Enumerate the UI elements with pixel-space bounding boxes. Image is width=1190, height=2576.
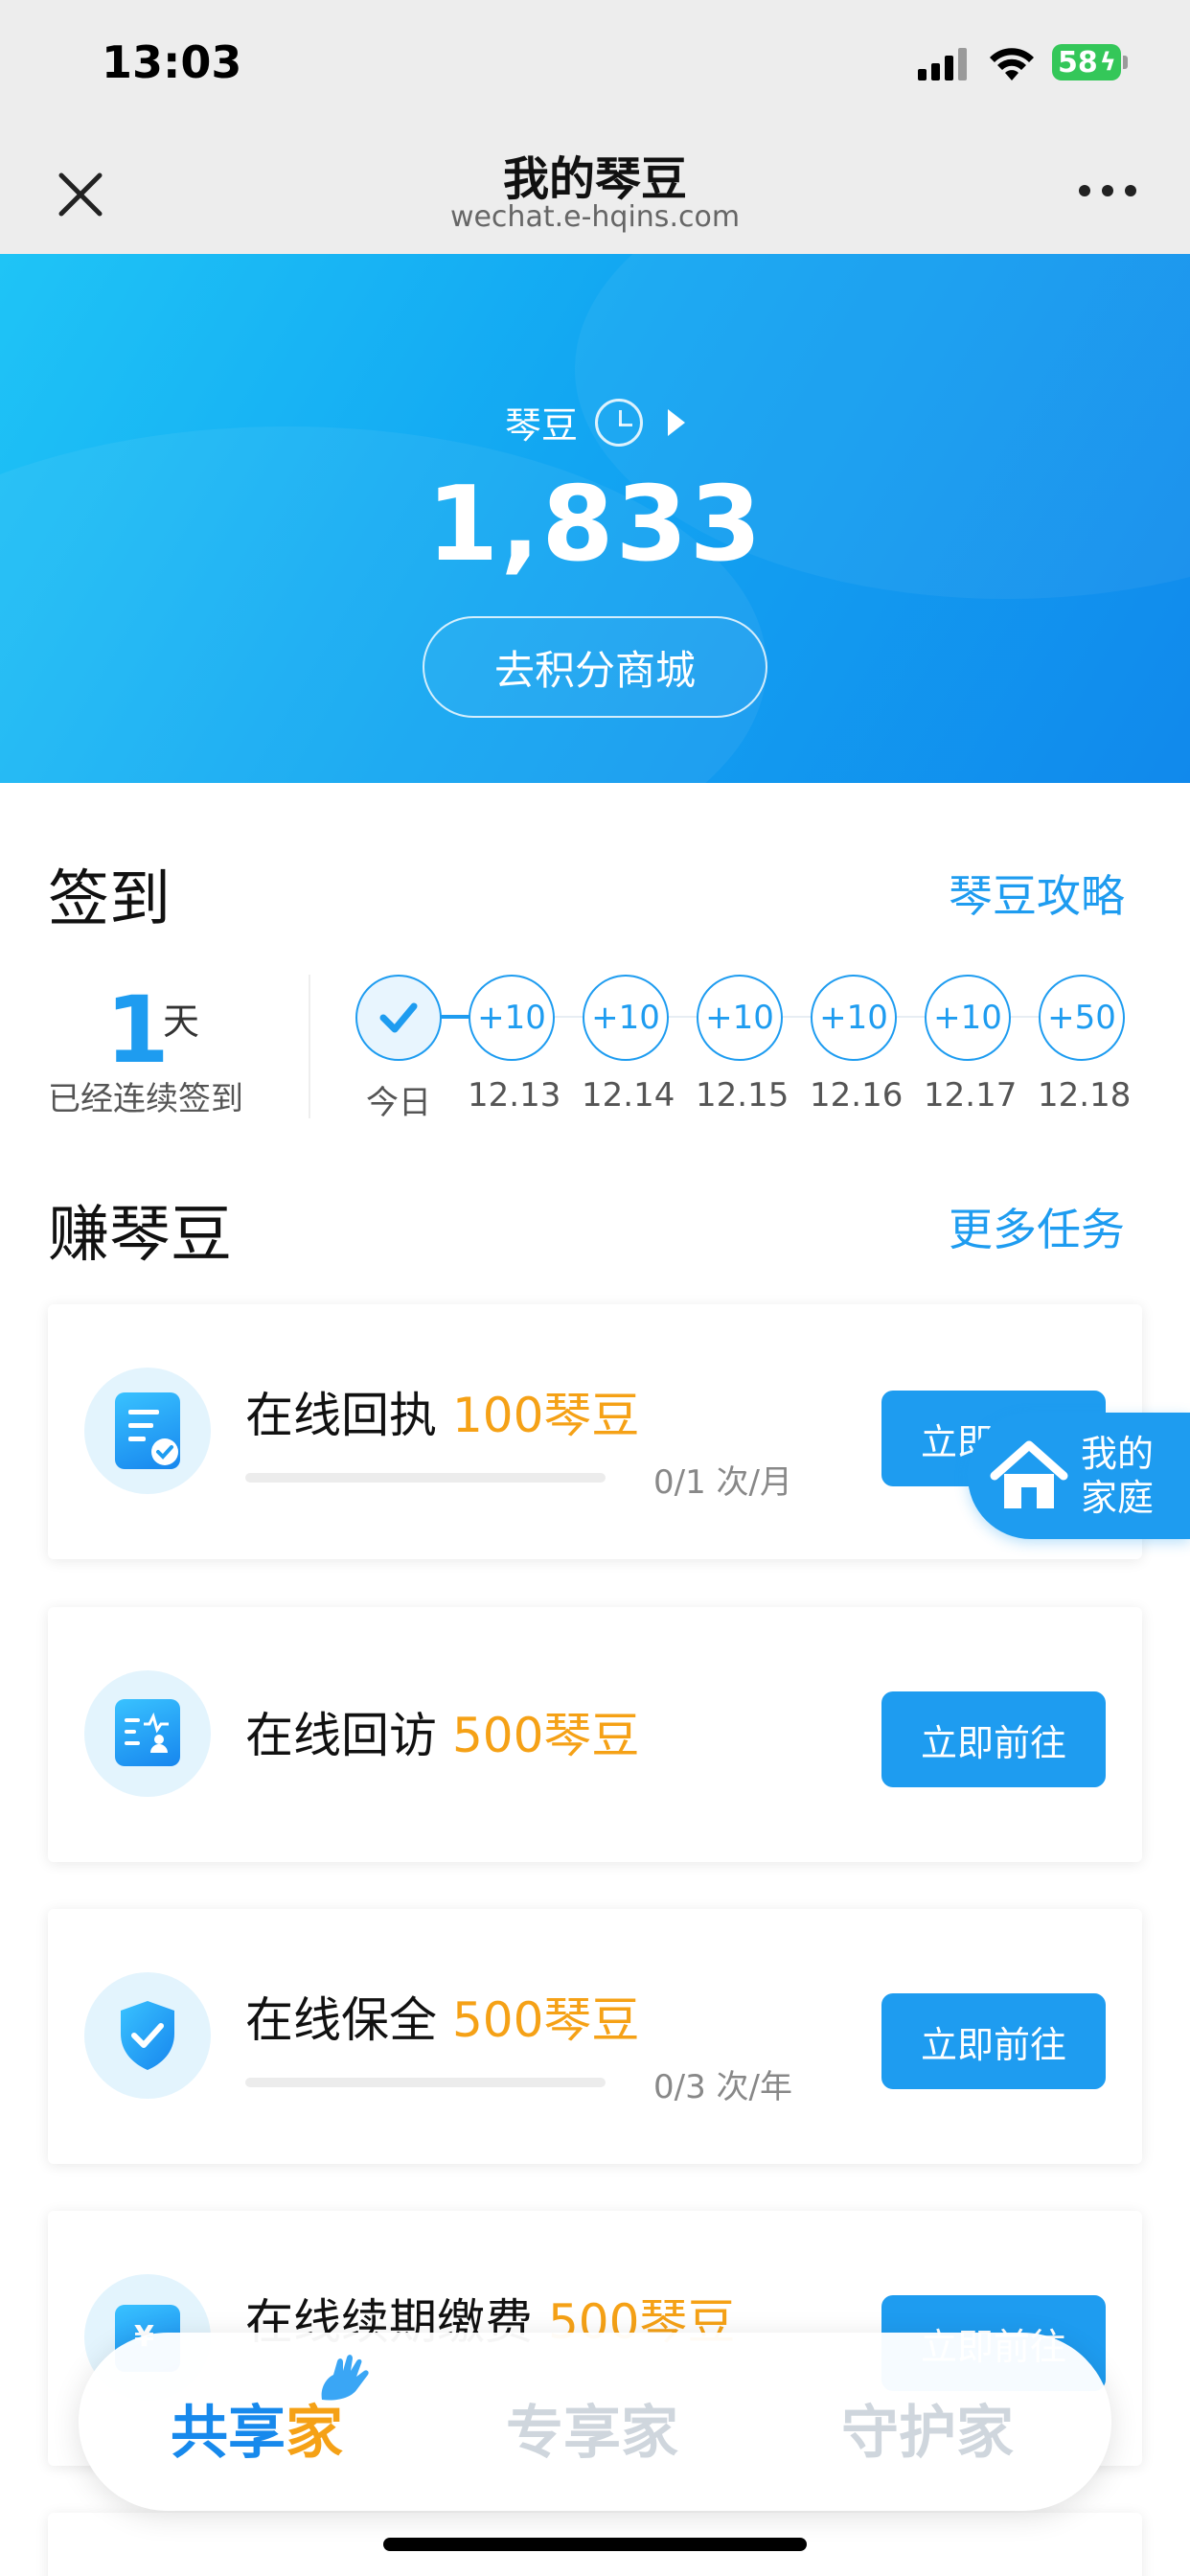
tab-shared-home-label: 共享 bbox=[171, 2400, 286, 2467]
tab-guardian-home[interactable]: 守护家 bbox=[841, 2386, 1014, 2470]
day-reward: +10 bbox=[583, 975, 669, 1061]
day-reward: +10 bbox=[697, 975, 783, 1061]
checkin-day: +50 12.18 bbox=[1038, 975, 1132, 1115]
points-label: 琴豆 bbox=[504, 404, 578, 447]
checkin-day: +10 12.13 bbox=[468, 975, 561, 1115]
checked-day-circle bbox=[355, 975, 442, 1061]
battery-icon: 58 ϟ bbox=[1052, 44, 1128, 80]
bottom-tab-bar: 共享家 专享家 守护家 bbox=[79, 2333, 1111, 2511]
page-title: 我的琴豆 bbox=[502, 152, 687, 206]
day-label: 12.17 bbox=[924, 1076, 1018, 1115]
task-reward: 500琴豆 bbox=[452, 1992, 640, 2048]
status-bar: 13:03 58 ϟ bbox=[0, 0, 1190, 129]
charging-bolt-icon: ϟ bbox=[1099, 48, 1116, 77]
content-panel: 签到 琴豆攻略 1 天 已经连续签到 今日 +10 12.13 +10 12.1… bbox=[0, 783, 1190, 2576]
day-label: 12.16 bbox=[810, 1076, 904, 1115]
status-time: 13:03 bbox=[102, 36, 242, 88]
arrow-right-icon bbox=[668, 408, 685, 436]
nav-bar: 我的琴豆 wechat.e-hqins.com bbox=[0, 129, 1190, 254]
points-history-link[interactable]: 琴豆 bbox=[0, 396, 1190, 448]
tab-shared-home-accent: 家 bbox=[286, 2400, 343, 2467]
earn-title: 赚琴豆 bbox=[48, 1200, 232, 1271]
divider bbox=[309, 975, 310, 1118]
home-icon bbox=[990, 1440, 1068, 1508]
points-mall-button[interactable]: 去积分商城 bbox=[423, 616, 767, 718]
checkin-day: +10 12.15 bbox=[696, 975, 790, 1115]
battery-level: 58 bbox=[1058, 45, 1098, 80]
day-reward: +10 bbox=[925, 975, 1011, 1061]
task-name: 在线回执 bbox=[245, 1388, 437, 1443]
day-reward: +10 bbox=[469, 975, 555, 1061]
day-label: 12.15 bbox=[696, 1076, 790, 1115]
points-balance: 1,833 bbox=[426, 465, 764, 585]
checkin-title: 签到 bbox=[48, 864, 171, 935]
task-card: 在线保全 500琴豆 0/3 次/年 立即前往 bbox=[48, 1909, 1142, 2164]
points-hero: 琴豆 1,833 去积分商城 bbox=[0, 254, 1190, 783]
day-label: 12.18 bbox=[1038, 1076, 1132, 1115]
checkin-day[interactable]: 今日 bbox=[355, 975, 443, 1123]
day-label: 12.13 bbox=[468, 1076, 561, 1115]
day-reward: +10 bbox=[811, 975, 897, 1061]
checkin-day: +10 12.17 bbox=[924, 975, 1018, 1115]
page-domain: wechat.e-hqins.com bbox=[449, 200, 741, 234]
streak-unit: 天 bbox=[163, 1000, 200, 1043]
home-indicator bbox=[383, 2538, 807, 2551]
tab-exclusive-home[interactable]: 专享家 bbox=[506, 2386, 678, 2470]
cellular-signal-icon bbox=[918, 48, 968, 80]
task-card: 在线回执100琴豆 0/1 次/月 立即前往 bbox=[48, 1304, 1142, 1559]
my-family-button[interactable]: 我的 家庭 bbox=[968, 1413, 1190, 1539]
task-progress-bar bbox=[245, 1473, 606, 1483]
task-title: 在线保全 500琴豆 bbox=[245, 1982, 639, 2051]
hand-wave-icon bbox=[321, 2355, 369, 2401]
my-family-line1: 我的 bbox=[1081, 1433, 1155, 1475]
task-title: 在线回访 500琴豆 bbox=[245, 1697, 639, 1766]
day-reward: +50 bbox=[1039, 975, 1125, 1061]
checkin-day: +10 12.16 bbox=[810, 975, 904, 1115]
wifi-icon bbox=[990, 48, 1034, 80]
task-go-button[interactable]: 立即前往 bbox=[881, 1691, 1106, 1787]
task-title: 在线回执 100琴豆 bbox=[245, 1377, 639, 1446]
day-label: 今日 bbox=[366, 1084, 431, 1122]
task-progress-bar bbox=[245, 2078, 606, 2087]
task-reward: 500琴豆 bbox=[452, 1708, 640, 1763]
shield-check-icon bbox=[84, 1972, 211, 2099]
check-icon bbox=[379, 1002, 418, 1033]
streak-label: 已经连续签到 bbox=[48, 1080, 243, 1118]
task-reward: 100琴豆 bbox=[452, 1388, 640, 1443]
task-name: 在线回访 bbox=[245, 1708, 437, 1763]
task-name: 在线保全 bbox=[245, 1992, 437, 2048]
checkin-day: +10 12.14 bbox=[582, 975, 675, 1115]
task-progress-text: 0/1 次/月 bbox=[653, 1463, 792, 1502]
more-tasks-link[interactable]: 更多任务 bbox=[949, 1195, 1125, 1258]
receipt-icon bbox=[84, 1368, 211, 1494]
more-options-icon[interactable] bbox=[1079, 185, 1136, 200]
task-card: 在线回访 500琴豆 立即前往 bbox=[48, 1607, 1142, 1862]
revisit-icon bbox=[84, 1670, 211, 1797]
task-progress-text: 0/3 次/年 bbox=[653, 2068, 792, 2106]
guide-link[interactable]: 琴豆攻略 bbox=[949, 862, 1125, 925]
clock-icon bbox=[595, 398, 643, 447]
my-family-line2: 家庭 bbox=[1081, 1477, 1155, 1519]
task-go-button[interactable]: 立即前往 bbox=[881, 1993, 1106, 2089]
my-family-label: 我的 家庭 bbox=[1081, 1432, 1154, 1520]
day-label: 12.14 bbox=[582, 1076, 675, 1115]
streak-days: 1 bbox=[105, 977, 170, 1084]
